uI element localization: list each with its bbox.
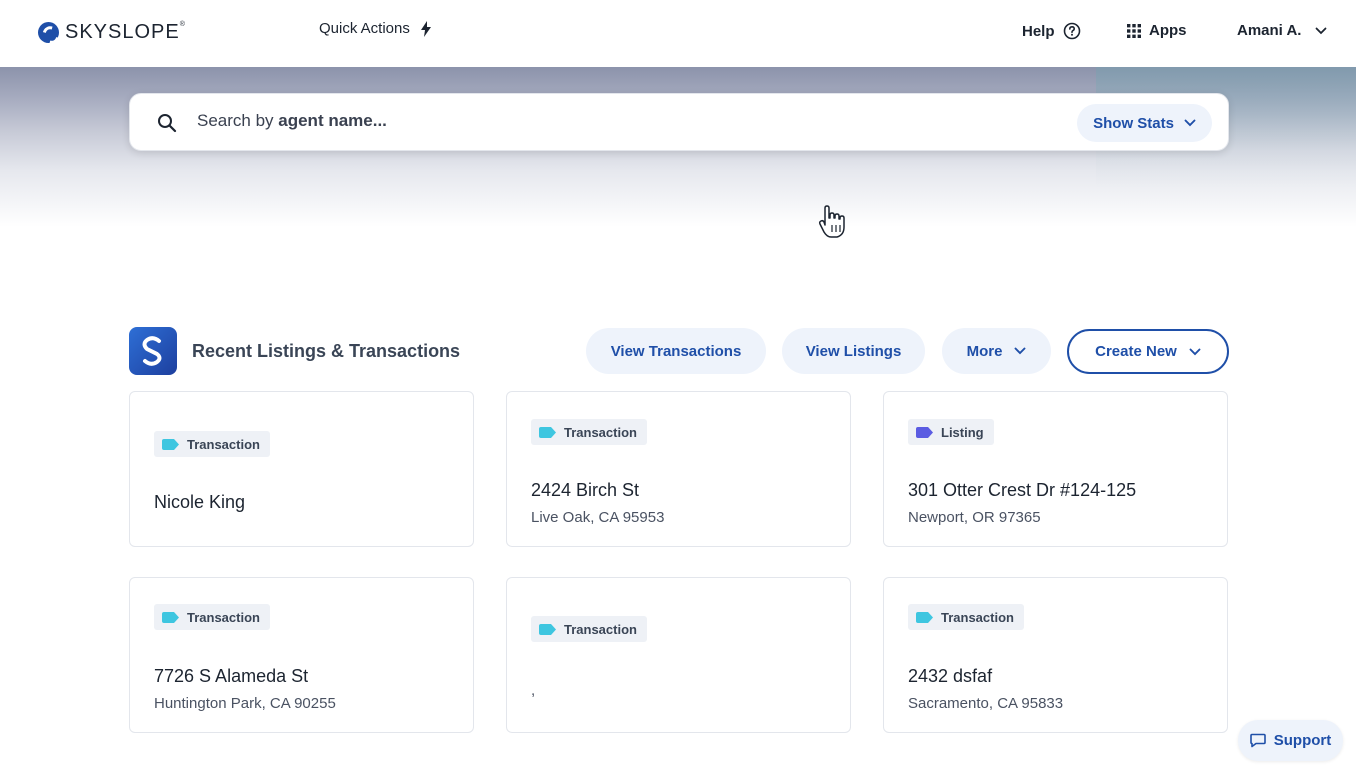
user-menu-button[interactable]: Amani A. bbox=[1237, 22, 1327, 39]
record-title: Nicole King bbox=[154, 492, 246, 512]
grid-icon bbox=[1127, 23, 1141, 38]
chevron-down-icon bbox=[1316, 27, 1327, 34]
quick-actions-menu[interactable]: Quick Actions bbox=[319, 20, 432, 37]
record-card[interactable]: Listing 301 Otter Crest Dr #124-125 Newp… bbox=[883, 391, 1228, 547]
more-label: More bbox=[966, 342, 1003, 360]
create-new-label: Create New bbox=[1095, 343, 1177, 360]
view-listings-label: View Listings bbox=[805, 342, 902, 360]
record-title: 301 Otter Crest Dr #124-125 bbox=[908, 480, 1137, 500]
quick-actions-label: Quick Actions bbox=[319, 20, 410, 37]
support-label: Support bbox=[1273, 732, 1332, 749]
record-type-label: Listing bbox=[941, 424, 984, 440]
record-subtitle: Newport, OR 97365 bbox=[908, 509, 1041, 526]
chevron-down-icon bbox=[1014, 347, 1026, 355]
record-type-label: Transaction bbox=[564, 621, 637, 637]
user-name: Amani A. bbox=[1237, 22, 1302, 39]
chevron-down-icon bbox=[1184, 119, 1196, 127]
search-icon bbox=[158, 114, 177, 133]
question-circle-icon bbox=[1063, 22, 1080, 40]
apps-label: Apps bbox=[1149, 22, 1187, 39]
record-title: 2432 dsfaf bbox=[908, 666, 993, 686]
agent-search-input[interactable] bbox=[196, 108, 996, 136]
record-card[interactable]: Transaction 2424 Birch St Live Oak, CA 9… bbox=[506, 391, 851, 547]
skyslope-app-icon bbox=[129, 327, 177, 375]
section-title: Recent Listings & Transactions bbox=[192, 341, 461, 361]
view-transactions-label: View Transactions bbox=[610, 342, 742, 360]
record-card[interactable]: Transaction Nicole King bbox=[129, 391, 474, 547]
view-transactions-button[interactable]: View Transactions bbox=[586, 328, 766, 374]
record-type-tag: Listing bbox=[908, 419, 994, 445]
top-navigation-bar: SKYSLOPE® Quick Actions Help Apps Amani … bbox=[0, 0, 1356, 67]
show-stats-label: Show Stats bbox=[1093, 114, 1174, 132]
record-title: 2424 Birch St bbox=[531, 480, 640, 500]
record-type-tag: Transaction bbox=[154, 431, 270, 457]
record-subtitle: Sacramento, CA 95833 bbox=[908, 695, 1064, 712]
agent-search-bar: Search by agent name... Show Stats bbox=[129, 93, 1229, 151]
record-card[interactable]: Transaction 2432 dsfaf Sacramento, CA 95… bbox=[883, 577, 1228, 733]
record-type-tag: Transaction bbox=[154, 604, 270, 630]
hand-cursor-icon bbox=[818, 205, 845, 238]
record-type-label: Transaction bbox=[564, 424, 637, 440]
view-listings-button[interactable]: View Listings bbox=[782, 328, 925, 374]
record-type-tag: Transaction bbox=[531, 419, 647, 445]
skyslope-logo-icon bbox=[38, 22, 59, 43]
apps-menu-button[interactable]: Apps bbox=[1127, 22, 1187, 39]
create-new-button[interactable]: Create New bbox=[1067, 329, 1229, 374]
tag-icon bbox=[539, 623, 556, 635]
record-type-label: Transaction bbox=[187, 609, 260, 625]
skyslope-logo[interactable]: SKYSLOPE® bbox=[38, 21, 186, 44]
lightning-bolt-icon bbox=[420, 20, 431, 37]
record-type-tag: Transaction bbox=[908, 604, 1024, 630]
record-title: 7726 S Alameda St bbox=[154, 666, 309, 686]
tag-icon bbox=[162, 438, 179, 450]
record-type-label: Transaction bbox=[187, 436, 260, 452]
tag-icon bbox=[916, 426, 933, 438]
help-label: Help bbox=[1022, 22, 1055, 40]
chevron-down-icon bbox=[1189, 348, 1201, 355]
record-card[interactable]: Transaction , bbox=[506, 577, 851, 733]
record-type-label: Transaction bbox=[941, 609, 1014, 625]
more-button[interactable]: More bbox=[942, 328, 1051, 374]
tag-icon bbox=[539, 426, 556, 438]
chat-bubble-icon bbox=[1249, 733, 1266, 748]
support-button[interactable]: Support bbox=[1238, 720, 1343, 761]
tag-icon bbox=[162, 611, 179, 623]
record-subtitle: Live Oak, CA 95953 bbox=[531, 509, 665, 526]
record-subtitle: Huntington Park, CA 90255 bbox=[154, 695, 336, 712]
record-card[interactable]: Transaction 7726 S Alameda St Huntington… bbox=[129, 577, 474, 733]
record-type-tag: Transaction bbox=[531, 616, 647, 642]
show-stats-button[interactable]: Show Stats bbox=[1077, 104, 1212, 142]
help-button[interactable]: Help bbox=[1022, 22, 1081, 40]
brand-name: SKYSLOPE® bbox=[65, 21, 186, 43]
record-subtitle: , bbox=[531, 682, 536, 699]
tag-icon bbox=[916, 611, 933, 623]
